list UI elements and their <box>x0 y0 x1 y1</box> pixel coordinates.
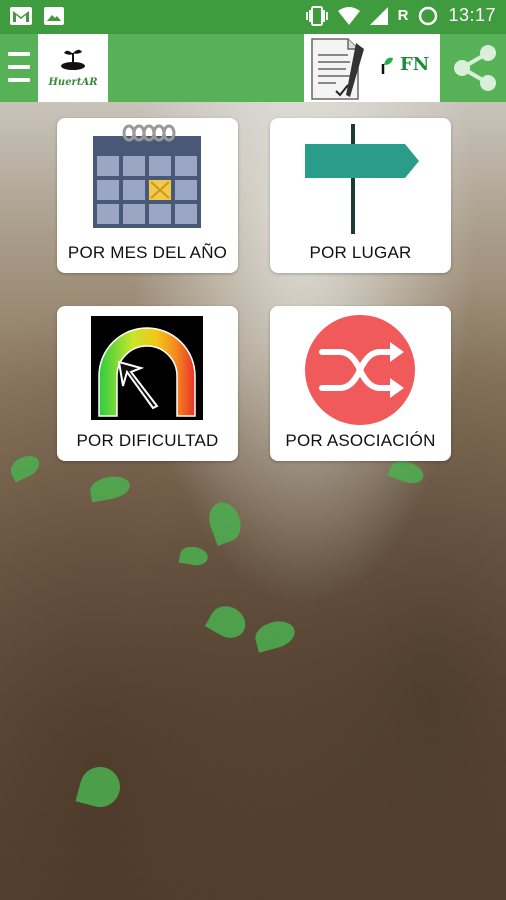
card-label: POR LUGAR <box>309 243 412 262</box>
signpost-icon <box>305 124 419 234</box>
app-logo[interactable]: HuertAR <box>38 34 108 102</box>
calendar-icon <box>93 124 201 228</box>
battery-icon <box>419 6 438 25</box>
menu-button[interactable] <box>8 52 30 82</box>
sprout-decoration <box>178 544 210 568</box>
sprout-decoration <box>204 498 246 546</box>
gauge-icon <box>91 316 203 420</box>
card-por-dificultad[interactable]: POR DIFICULTAD <box>57 306 238 461</box>
fn-button[interactable]: FN <box>304 34 440 102</box>
card-label: POR DIFICULTAD <box>76 431 219 450</box>
shuffle-icon <box>305 315 415 425</box>
card-por-lugar[interactable]: POR LUGAR <box>270 118 451 273</box>
signal-icon <box>369 6 388 25</box>
share-icon <box>454 45 496 91</box>
document-sign-icon <box>311 38 364 100</box>
card-por-asociacion[interactable]: POR ASOCIACIÓN <box>270 306 451 461</box>
sprout-decoration <box>88 473 132 503</box>
fn-label: FN <box>400 54 430 75</box>
sprout-decoration <box>204 600 252 644</box>
sprout-decoration <box>387 456 427 488</box>
menu-icon-bar <box>8 78 30 82</box>
sprout-decoration <box>252 617 298 653</box>
menu-icon-bar <box>8 52 30 56</box>
sprout-decoration <box>7 451 43 483</box>
roaming-indicator: R <box>397 7 409 24</box>
sprout-logo-icon <box>61 49 85 70</box>
card-label: POR MES DEL AÑO <box>67 243 228 262</box>
status-bar: R 13:17 <box>0 0 506 34</box>
status-clock: 13:17 <box>448 5 496 25</box>
image-icon <box>44 7 64 25</box>
card-por-mes[interactable]: POR MES DEL AÑO <box>57 118 238 273</box>
leaf-icon <box>381 57 393 74</box>
wifi-icon <box>337 6 360 25</box>
menu-icon-bar <box>8 65 30 69</box>
vibrate-icon <box>305 5 328 26</box>
gmail-icon <box>10 7 32 25</box>
app-bar: HuertAR FN <box>0 34 506 102</box>
share-button[interactable] <box>448 40 502 96</box>
sprout-decoration <box>75 762 125 812</box>
logo-text: HuertAR <box>48 77 98 88</box>
card-label: POR ASOCIACIÓN <box>285 431 436 450</box>
